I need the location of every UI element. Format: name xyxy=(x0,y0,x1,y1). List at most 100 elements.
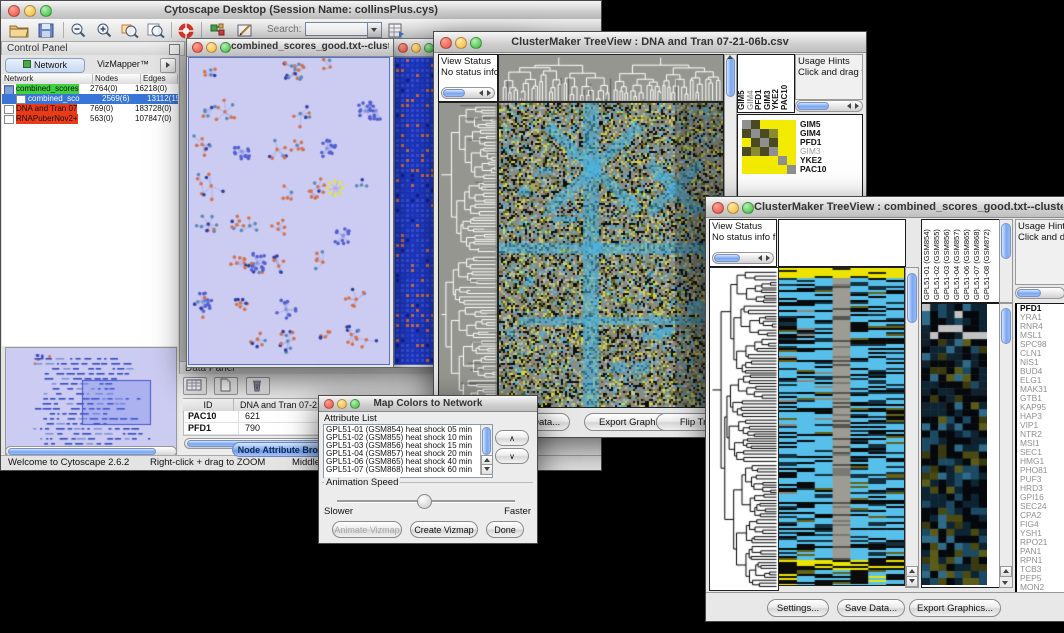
scroll-right-icon[interactable] xyxy=(487,90,491,96)
zoom-matrix-cell[interactable] xyxy=(787,165,796,174)
scrollbar-thumb[interactable] xyxy=(443,89,465,97)
scroll-up-button[interactable] xyxy=(1000,566,1012,577)
zoom-matrix-cell[interactable] xyxy=(769,129,778,138)
scroll-down-button[interactable] xyxy=(481,464,493,475)
zoom-matrix-cell[interactable] xyxy=(760,129,769,138)
zoom-matrix-cell[interactable] xyxy=(751,156,760,165)
zoom-window-icon[interactable] xyxy=(220,42,231,53)
zoom-matrix-cell[interactable] xyxy=(787,138,796,147)
zoom-out-button[interactable] xyxy=(67,21,93,42)
tv2-zoom-heatmap-canvas[interactable] xyxy=(922,304,987,585)
data-column-id[interactable]: ID xyxy=(183,399,234,411)
scrollbar-thumb[interactable] xyxy=(797,102,829,110)
create-vizmap-button[interactable]: Create Vizmap xyxy=(410,521,478,538)
delete-attribute-button[interactable] xyxy=(246,377,270,395)
zoom-matrix-cell[interactable] xyxy=(778,138,787,147)
zoom-matrix-cell[interactable] xyxy=(787,156,796,165)
scrollbar-thumb[interactable] xyxy=(1017,289,1041,297)
scrollbar-thumb[interactable] xyxy=(1001,223,1011,259)
treeview2-title-bar[interactable]: ClusterMaker TreeView : combined_scores_… xyxy=(706,197,1064,218)
tv2-status-scrollbar[interactable] xyxy=(712,252,774,264)
scrollbar-thumb[interactable] xyxy=(726,57,735,97)
scrollbar-thumb[interactable] xyxy=(8,448,156,455)
zoom-matrix-cell[interactable] xyxy=(769,138,778,147)
network-table-row[interactable]: combined_scores2764(0)16218(0) xyxy=(2,84,178,94)
scroll-down-button[interactable] xyxy=(906,576,918,587)
zoom-matrix-cell[interactable] xyxy=(778,156,787,165)
zoom-matrix-cell[interactable] xyxy=(778,147,787,156)
network-table-row[interactable]: DNA and Tran 07769(0)183728(0) xyxy=(2,104,178,114)
zoom-matrix-cell[interactable] xyxy=(760,147,769,156)
close-icon[interactable] xyxy=(192,42,203,53)
zoom-matrix-cell[interactable] xyxy=(760,156,769,165)
zoom-matrix-cell[interactable] xyxy=(769,120,778,129)
zoom-matrix-cell[interactable] xyxy=(742,147,751,156)
export-graphics-button[interactable]: Export Graphics... xyxy=(909,599,1001,617)
tab-vizmapper[interactable]: VizMapper™ xyxy=(87,58,159,71)
zoom-matrix-cell[interactable] xyxy=(742,138,751,147)
tv1-row-dendrogram[interactable] xyxy=(438,102,498,408)
zoom-matrix-cell[interactable] xyxy=(751,138,760,147)
network-overview-canvas[interactable] xyxy=(6,348,174,452)
tv2-heatmap-vscrollbar[interactable] xyxy=(905,267,919,588)
scroll-up-icon[interactable] xyxy=(727,55,733,59)
zoom-matrix-cell[interactable] xyxy=(751,120,760,129)
attribute-select-button[interactable] xyxy=(183,377,207,395)
open-session-button[interactable] xyxy=(7,21,33,42)
column-header-edges[interactable]: Edges xyxy=(141,74,178,84)
new-attribute-button[interactable] xyxy=(214,377,238,395)
zoom-window-icon[interactable] xyxy=(742,202,754,214)
search-dropdown-button[interactable] xyxy=(367,22,382,38)
treeview1-title-bar[interactable]: ClusterMaker TreeView : DNA and Tran 07-… xyxy=(434,32,866,53)
zoom-matrix-cell[interactable] xyxy=(751,165,760,174)
zoom-matrix-cell[interactable] xyxy=(787,120,796,129)
tv2-heatmap-canvas[interactable] xyxy=(778,267,905,586)
zoom-matrix-cell[interactable] xyxy=(742,129,751,138)
attribute-list-item[interactable]: GPL51-07 (GSM868) heat shock 60 min xyxy=(324,466,480,474)
search-input[interactable] xyxy=(305,22,369,36)
scroll-down-icon[interactable] xyxy=(1002,581,1008,585)
zoom-matrix-cell[interactable] xyxy=(778,165,787,174)
zoom-matrix-cell[interactable] xyxy=(751,147,760,156)
zoom-matrix-cell[interactable] xyxy=(769,165,778,174)
tv1-status-scrollbar[interactable] xyxy=(441,87,495,99)
zoom-matrix-cell[interactable] xyxy=(751,129,760,138)
zoom-matrix-cell[interactable] xyxy=(760,138,769,147)
scroll-left-icon[interactable] xyxy=(758,255,762,261)
gene-label[interactable]: MON2 xyxy=(1017,583,1064,592)
move-up-button[interactable]: ∧ xyxy=(495,430,529,446)
zoom-matrix-cell[interactable] xyxy=(769,156,778,165)
scroll-right-icon[interactable] xyxy=(766,255,770,261)
close-icon[interactable] xyxy=(398,43,408,53)
zoom-matrix-cell[interactable] xyxy=(787,129,796,138)
network-overview[interactable] xyxy=(5,347,177,455)
settings-button[interactable]: Settings... xyxy=(767,599,829,617)
network-table-row[interactable]: RNAPuberNov2+563(0)107847(0) xyxy=(2,114,178,124)
zoom-matrix-cell[interactable] xyxy=(787,147,796,156)
zoom-matrix-cell[interactable] xyxy=(742,156,751,165)
tab-network[interactable]: Network xyxy=(5,58,85,73)
tv1-heatmap-canvas[interactable] xyxy=(498,102,724,408)
network-table-row[interactable]: combined_sco2569(6)13112(15) xyxy=(2,94,178,104)
zoom-matrix-cell[interactable] xyxy=(778,129,787,138)
tv2-row-dendrogram[interactable] xyxy=(709,267,779,591)
save-session-button[interactable] xyxy=(35,21,61,42)
dialog-title-bar[interactable]: Map Colors to Network xyxy=(319,396,537,412)
scrollbar-thumb[interactable] xyxy=(907,273,917,323)
zoom-in-button[interactable] xyxy=(93,21,119,42)
scroll-left-icon[interactable] xyxy=(479,90,483,96)
slider-thumb[interactable] xyxy=(417,494,432,509)
zoom-matrix-cell[interactable] xyxy=(742,120,751,129)
main-title-bar[interactable]: Cytoscape Desktop (Session Name: collins… xyxy=(1,1,601,20)
zoom-selected-button[interactable] xyxy=(119,21,145,42)
network-view-canvas[interactable] xyxy=(188,57,390,365)
scrollbar-thumb[interactable] xyxy=(482,427,491,455)
tv2-usage-scrollbar[interactable] xyxy=(1015,287,1064,299)
column-header-network[interactable]: Network xyxy=(2,74,93,84)
scroll-right-icon[interactable] xyxy=(855,103,859,109)
minimize-icon[interactable] xyxy=(206,42,217,53)
tv1-zoom-matrix[interactable] xyxy=(742,120,796,174)
tv2-zoom-vscrollbar[interactable] xyxy=(999,303,1013,588)
zoom-fit-button[interactable] xyxy=(145,21,171,42)
done-button[interactable]: Done xyxy=(486,521,524,538)
